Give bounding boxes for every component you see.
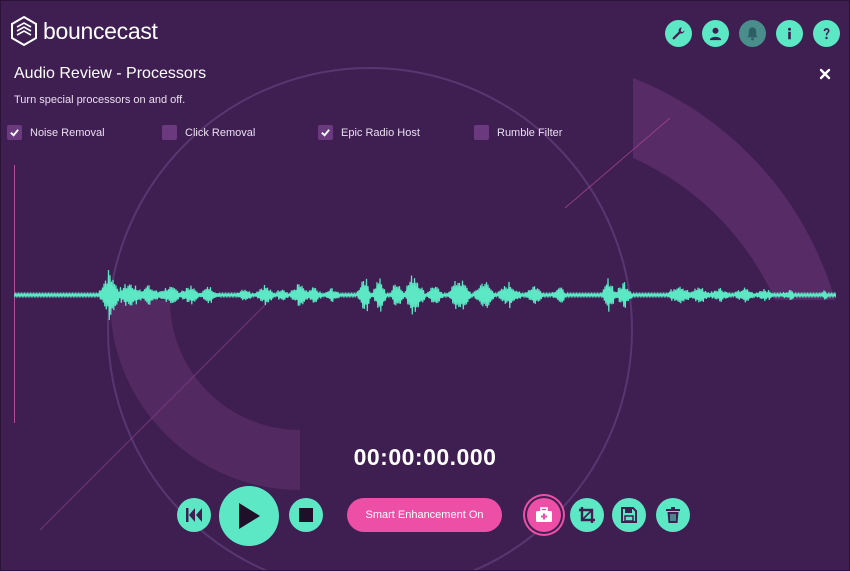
wrench-icon[interactable] [665,20,692,47]
first-aid-button[interactable] [527,498,561,532]
save-button[interactable] [612,498,646,532]
play-icon [239,503,260,529]
processor-rumble-filter[interactable]: Rumble Filter [474,125,562,140]
brand-logo: bouncecast [10,15,158,47]
help-icon[interactable] [813,20,840,47]
user-icon[interactable] [702,20,729,47]
rewind-button[interactable] [177,498,211,532]
stop-icon [299,508,313,522]
processor-click-removal[interactable]: Click Removal [162,125,255,140]
processor-label: Rumble Filter [497,126,563,139]
bell-icon[interactable] [739,20,766,47]
smart-enhancement-button[interactable]: Smart Enhancement On [347,498,502,532]
panel-title: Audio Review - Processors [14,65,207,82]
processor-label: Noise Removal [30,126,105,139]
panel-subtitle: Turn special processors on and off. [14,94,186,106]
processor-noise-removal[interactable]: Noise Removal [7,125,105,140]
processor-list: Noise Removal Click Removal Epic Radio H… [7,125,847,143]
play-button[interactable] [219,486,279,546]
stop-button[interactable] [289,498,323,532]
header-toolbar [665,20,840,47]
checkmark-icon [10,129,19,137]
crop-icon [579,507,595,523]
delete-button[interactable] [656,498,690,532]
processor-label: Click Removal [185,126,256,139]
processor-label: Epic Radio Host [341,126,420,139]
close-button[interactable] [818,67,832,81]
first-aid-kit-icon [536,507,552,522]
trash-icon [666,507,680,523]
checkbox-click-removal[interactable] [162,125,177,140]
info-icon[interactable] [776,20,803,47]
logo-cube-icon [11,15,37,47]
skip-back-icon [186,508,202,522]
audio-waveform[interactable] [14,260,836,330]
processor-epic-radio-host[interactable]: Epic Radio Host [318,125,420,140]
checkmark-icon [321,129,330,137]
checkbox-noise-removal[interactable] [7,125,22,140]
crop-button[interactable] [570,498,604,532]
checkbox-rumble-filter[interactable] [474,125,489,140]
checkbox-epic-radio-host[interactable] [318,125,333,140]
floppy-disk-icon [621,507,637,523]
brand-name: bouncecast [43,17,158,44]
time-display: 00:00:00.000 [353,444,497,470]
waveform-trace [14,269,836,321]
close-icon [819,68,831,80]
